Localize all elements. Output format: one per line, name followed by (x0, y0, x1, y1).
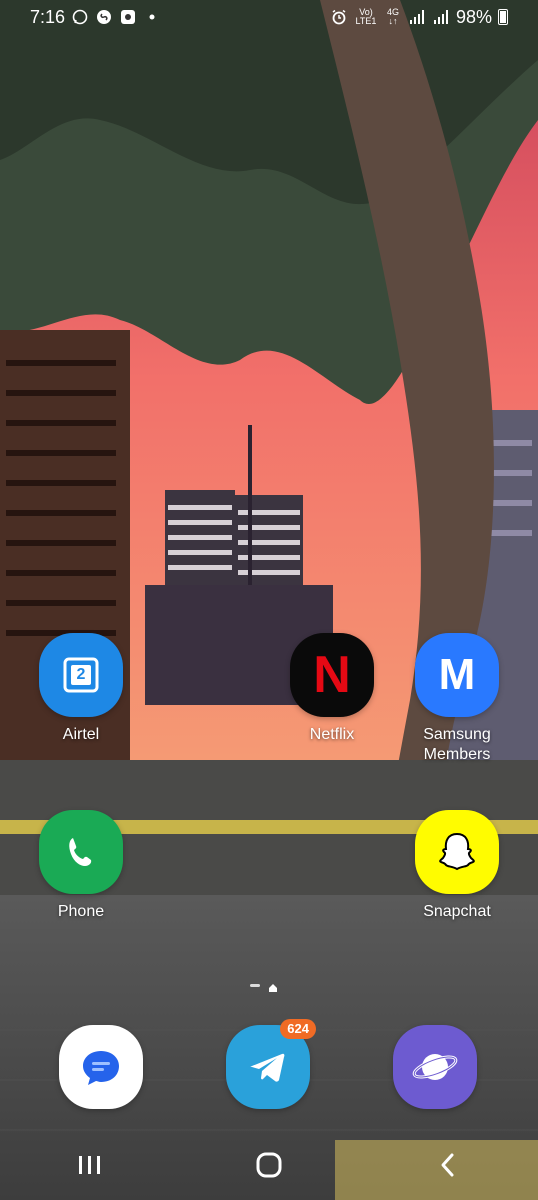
netflix-logo: N (313, 646, 351, 704)
samsung-members-logo: M (438, 650, 476, 699)
recents-button[interactable] (60, 1140, 120, 1190)
dock-messages[interactable] (41, 1025, 161, 1109)
signal-icon (408, 8, 426, 26)
netflix-icon[interactable]: N (290, 633, 374, 717)
app-label: Samsung Members (397, 725, 517, 765)
app-samsung-members[interactable]: M Samsung Members (397, 633, 517, 765)
clock: 7:16 (30, 6, 66, 27)
samsung-internet-icon[interactable] (393, 1025, 477, 1109)
camera-app-icon (119, 8, 137, 26)
back-button[interactable] (418, 1140, 478, 1190)
page-indicator-line (250, 983, 260, 987)
status-right: Vo) LTE1 4G ↓↑ 98% (330, 7, 508, 28)
volte-label-bottom: LTE1 (355, 16, 377, 26)
home-button[interactable] (239, 1140, 299, 1190)
dock-telegram[interactable]: 624 (208, 1019, 328, 1109)
app-airtel[interactable]: 2 Airtel (21, 633, 141, 745)
app-label: Airtel (62, 726, 100, 743)
alarm-icon (330, 8, 348, 26)
dot-icon (143, 8, 161, 26)
4g-icon: 4G ↓↑ (384, 8, 402, 26)
app-phone[interactable]: Phone (21, 810, 141, 922)
phone-icon[interactable] (39, 810, 123, 894)
volte-icon: Vo) LTE1 (354, 8, 378, 26)
app-label: Snapchat (423, 903, 491, 920)
airtel-icon[interactable]: 2 (39, 633, 123, 717)
wallpaper (0, 0, 538, 1200)
recents-icon (78, 1156, 100, 1174)
dock-samsung-internet[interactable] (375, 1025, 495, 1109)
home-page-indicator-icon (268, 980, 278, 992)
samsung-members-icon[interactable]: M (415, 633, 499, 717)
app-label-line2: Members (423, 746, 491, 763)
snapchat-icon[interactable] (415, 810, 499, 894)
app-snapchat[interactable]: Snapchat (397, 810, 517, 922)
shazam-icon (95, 8, 113, 26)
airtel-icon-text: 2 (76, 666, 86, 683)
home-icon (256, 1152, 282, 1178)
app-label: Netflix (309, 726, 355, 743)
messages-icon[interactable] (59, 1025, 143, 1109)
back-icon (441, 1153, 454, 1177)
notification-badge: 624 (280, 1019, 316, 1039)
status-bar: 7:16 Vo) LTE1 4G ↓↑ 98% (0, 0, 538, 34)
status-left: 7:16 (30, 7, 161, 28)
app-label: Phone (57, 903, 105, 920)
telegram-icon[interactable]: 624 (226, 1019, 316, 1109)
battery-percent: 98% (455, 6, 492, 27)
data-arrows-icon: ↓↑ (388, 16, 398, 26)
battery-icon (498, 9, 508, 25)
page-indicator (250, 980, 278, 992)
navigation-bar (0, 1130, 538, 1200)
app-label-line1: Samsung (423, 726, 491, 743)
app-netflix[interactable]: N Netflix (272, 633, 392, 745)
whatsapp-icon (71, 8, 89, 26)
signal-icon (432, 8, 450, 26)
